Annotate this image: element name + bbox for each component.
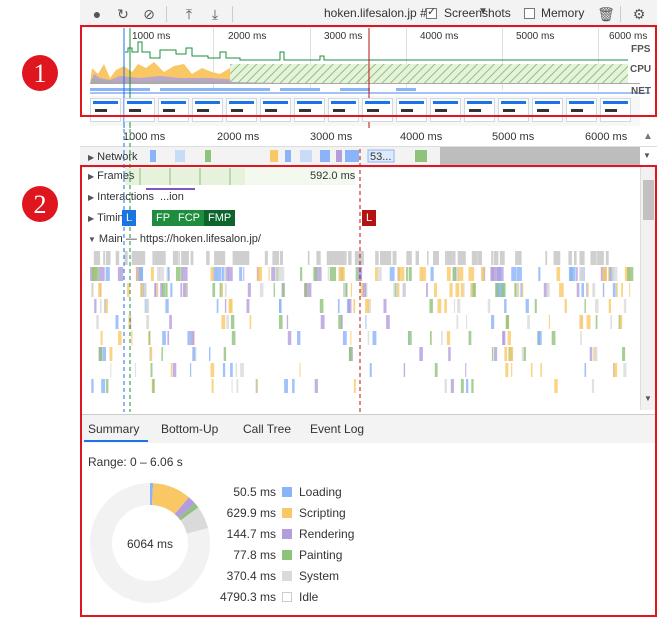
toolbar-divider xyxy=(232,6,233,22)
screenshots-checkbox[interactable] xyxy=(426,5,437,19)
chevron-down-icon[interactable]: ▼ xyxy=(643,151,651,160)
trash-icon[interactable]: 🗑 xyxy=(597,5,615,23)
upload-icon[interactable]: ⤒ xyxy=(180,5,198,23)
annotation-box-1 xyxy=(80,25,657,117)
screenshots-label: Screenshots xyxy=(444,6,511,20)
memory-label: Memory xyxy=(541,6,585,20)
annotation-box-2 xyxy=(80,165,657,617)
annotation-badge-1: 1 xyxy=(22,55,58,91)
record-icon[interactable]: ● xyxy=(88,5,106,23)
annotation-badge-2: 2 xyxy=(22,186,58,222)
toolbar-divider xyxy=(620,6,621,22)
clear-icon[interactable]: ⊘ xyxy=(140,5,158,23)
download-icon[interactable]: ⤓ xyxy=(206,5,224,23)
chevron-up-icon[interactable]: ▲ xyxy=(643,131,653,142)
reload-icon[interactable]: ↻ xyxy=(114,5,132,23)
gear-icon[interactable]: ⚙ xyxy=(630,5,648,23)
toolbar-divider xyxy=(166,6,167,22)
memory-checkbox[interactable] xyxy=(524,8,535,19)
profile-select[interactable]: hoken.lifesalon.jp #2 xyxy=(324,6,433,20)
